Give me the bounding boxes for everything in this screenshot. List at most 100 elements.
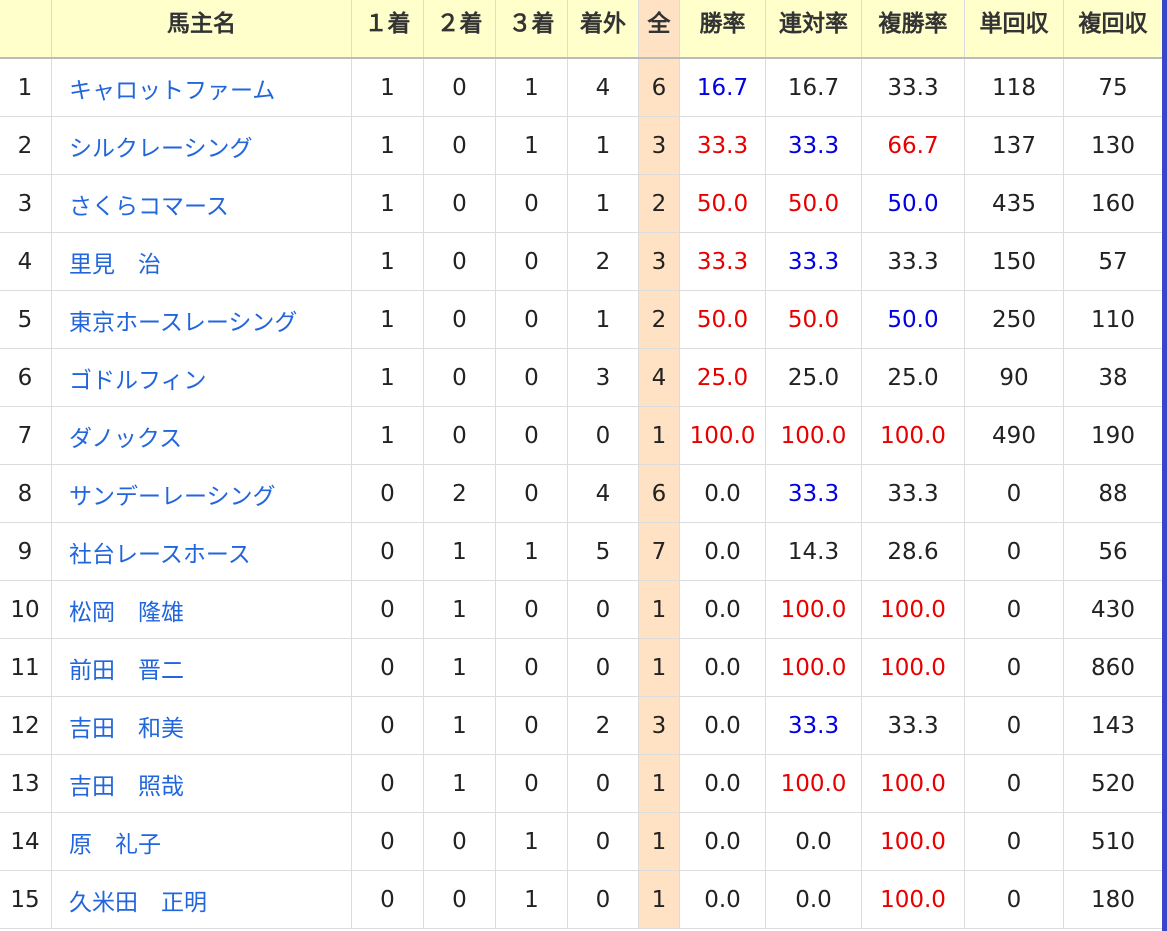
owner-cell: 吉田 和美 [51,696,352,755]
second-count: 0 [423,57,496,117]
second-count: 1 [423,580,496,639]
quinella-rate: 33.3 [765,232,862,291]
header-third[interactable]: ３着 [495,0,568,59]
win-rate: 0.0 [679,812,766,871]
total-count: 7 [638,522,680,581]
table-row: 13 吉田 照哉 0 1 0 0 1 0.0 100.0 100.0 0 520 [0,754,1163,813]
out-count: 3 [567,348,639,407]
place-rate: 66.7 [861,116,965,175]
quinella-rate: 50.0 [765,174,862,233]
first-count: 1 [351,406,424,465]
owner-link[interactable]: 久米田 正明 [69,890,207,916]
first-count: 0 [351,696,424,755]
second-count: 0 [423,870,496,929]
owner-link[interactable]: 吉田 和美 [69,716,184,742]
owner-link[interactable]: 原 礼子 [69,832,161,858]
rank-cell: 14 [0,812,52,871]
win-rate: 0.0 [679,870,766,929]
table-row: 12 吉田 和美 0 1 0 2 3 0.0 33.3 33.3 0 143 [0,696,1163,755]
first-count: 1 [351,57,424,117]
total-count: 1 [638,754,680,813]
second-count: 1 [423,754,496,813]
out-count: 0 [567,638,639,697]
header-total[interactable]: 全 [638,0,680,59]
win-return: 0 [964,522,1064,581]
place-return: 510 [1063,812,1163,871]
header-owner[interactable]: 馬主名 [51,0,352,59]
owner-cell: 吉田 照哉 [51,754,352,813]
owner-link[interactable]: 里見 治 [69,252,161,278]
win-rate: 0.0 [679,638,766,697]
table-row: 15 久米田 正明 0 0 1 0 1 0.0 0.0 100.0 0 180 [0,870,1163,929]
out-count: 0 [567,812,639,871]
quinella-rate: 16.7 [765,57,862,117]
header-win-return[interactable]: 単回収 [964,0,1064,59]
window-edge-accent [1162,0,1167,931]
place-rate: 100.0 [861,754,965,813]
owner-cell: キャロットファーム [51,57,352,117]
table-header-row: 馬主名 １着 ２着 ３着 着外 全 勝率 連対率 複勝率 単回収 複回収 [0,0,1163,59]
header-out[interactable]: 着外 [567,0,639,59]
rank-cell: 2 [0,116,52,175]
header-second[interactable]: ２着 [423,0,496,59]
rank-cell: 12 [0,696,52,755]
header-first[interactable]: １着 [351,0,424,59]
header-win-rate[interactable]: 勝率 [679,0,766,59]
win-return: 490 [964,406,1064,465]
total-count: 4 [638,348,680,407]
quinella-rate: 33.3 [765,464,862,523]
third-count: 1 [495,116,568,175]
header-quinella-rate[interactable]: 連対率 [765,0,862,59]
first-count: 0 [351,870,424,929]
place-return: 860 [1063,638,1163,697]
first-count: 1 [351,348,424,407]
owner-link[interactable]: さくらコマース [69,194,229,220]
place-return: 143 [1063,696,1163,755]
total-count: 3 [638,232,680,291]
first-count: 0 [351,754,424,813]
third-count: 0 [495,696,568,755]
rank-cell: 4 [0,232,52,291]
third-count: 1 [495,812,568,871]
total-count: 1 [638,638,680,697]
owner-link[interactable]: 松岡 隆雄 [69,600,184,626]
place-return: 160 [1063,174,1163,233]
place-rate: 100.0 [861,580,965,639]
owner-cell: 社台レースホース [51,522,352,581]
second-count: 0 [423,812,496,871]
out-count: 4 [567,57,639,117]
out-count: 1 [567,174,639,233]
rank-cell: 1 [0,57,52,117]
owner-link[interactable]: ゴドルフィン [69,368,207,394]
owner-link[interactable]: 前田 晋二 [69,658,184,684]
quinella-rate: 33.3 [765,116,862,175]
owner-link[interactable]: サンデーレーシング [69,484,276,510]
third-count: 0 [495,638,568,697]
third-count: 0 [495,348,568,407]
header-place-return[interactable]: 複回収 [1063,0,1163,59]
owner-cell: サンデーレーシング [51,464,352,523]
rank-cell: 9 [0,522,52,581]
owner-link[interactable]: シルクレーシング [69,136,253,162]
first-count: 0 [351,464,424,523]
first-count: 1 [351,174,424,233]
owner-link[interactable]: 東京ホースレーシング [69,310,297,336]
header-place-rate[interactable]: 複勝率 [861,0,965,59]
total-count: 3 [638,696,680,755]
total-count: 2 [638,290,680,349]
out-count: 2 [567,232,639,291]
owner-link[interactable]: ダノックス [69,426,182,452]
table-row: 5 東京ホースレーシング 1 0 0 1 2 50.0 50.0 50.0 25… [0,290,1163,349]
third-count: 0 [495,232,568,291]
second-count: 0 [423,174,496,233]
owner-link[interactable]: 吉田 照哉 [69,774,184,800]
owner-link[interactable]: キャロットファーム [69,78,275,104]
place-rate: 28.6 [861,522,965,581]
second-count: 0 [423,290,496,349]
out-count: 0 [567,580,639,639]
owner-cell: シルクレーシング [51,116,352,175]
out-count: 0 [567,406,639,465]
owner-link[interactable]: 社台レースホース [69,542,251,568]
place-rate: 50.0 [861,290,965,349]
first-count: 0 [351,638,424,697]
